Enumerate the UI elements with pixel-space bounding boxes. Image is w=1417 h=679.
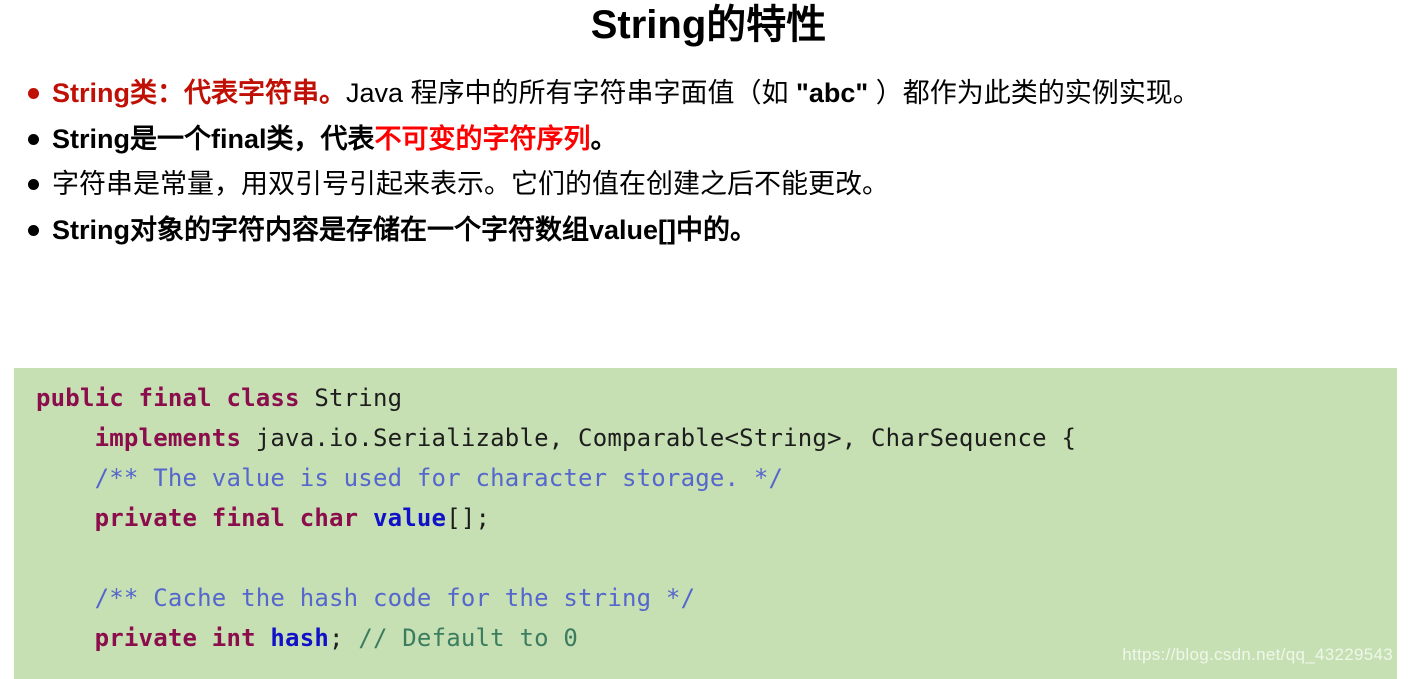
page-title: String的特性 (590, 3, 827, 47)
code-token-identifier: ; (329, 624, 359, 652)
code-token-keyword: implements (94, 424, 242, 452)
code-token-variable: value (372, 504, 447, 532)
code-token-identifier: java.io.Serializable, Comparable<String>… (241, 424, 1077, 452)
bullet-text-segment: String类：代表字符串。 (52, 78, 346, 108)
code-line: private final char value[]; (36, 498, 1397, 538)
code-line: /** The value is used for character stor… (36, 458, 1397, 498)
bullet-text-segment: String对象的字符内容是存储在一个字符数组value[]中的。 (52, 214, 758, 245)
bullet-dot-icon (28, 224, 39, 236)
bullet-text-segment: String是一个final类，代表 (52, 123, 375, 154)
code-token-variable: hash (270, 624, 330, 652)
bullet-text-segment: 。 (590, 123, 618, 154)
bullet-dot-icon (28, 133, 39, 145)
bullet-final-class: String是一个final类，代表不可变的字符序列。 (22, 122, 1402, 158)
bullet-text-segment: 字符串是常量，用双引号引起来表示。它们的值在创建之后不能更改。 (52, 169, 889, 200)
bullet-list: String类：代表字符串。Java 程序中的所有字符串字面值（如 "abc" … (22, 76, 1402, 251)
bullet-text-segment: "abc" (796, 78, 869, 108)
code-token-identifier: String (314, 384, 403, 412)
bullet-constant: 字符串是常量，用双引号引起来表示。它们的值在创建之后不能更改。 (22, 167, 1402, 203)
code-token-doc-comment: /** The value is used for character stor… (94, 464, 784, 492)
code-token-doc-comment: /** Cache the hash code for the string *… (94, 584, 696, 612)
bullet-dot-icon (28, 87, 39, 99)
bullet-text-segment: Java 程序中的所有字符串字面值（如 (346, 78, 797, 108)
bullet-text-segment: ）都作为此类的实例实现。 (868, 78, 1200, 108)
code-token-keyword: private final char (94, 504, 373, 532)
code-line: public final class String (36, 378, 1397, 418)
bullet-text-segment: 不可变的字符序列 (374, 123, 591, 154)
bullet-dot-icon (28, 179, 39, 191)
code-line: /** Cache the hash code for the string *… (36, 578, 1397, 618)
code-line: implements java.io.Serializable, Compara… (36, 418, 1397, 458)
code-snippet-panel: public final class String implements jav… (14, 368, 1397, 679)
bullet-value-array: String对象的字符内容是存储在一个字符数组value[]中的。 (22, 213, 1402, 249)
code-token-line-comment: // Default to 0 (358, 624, 579, 652)
code-token-identifier: []; (446, 504, 491, 532)
code-line: private int hash; // Default to 0 (36, 618, 1397, 658)
code-lines: public final class String implements jav… (36, 378, 1397, 658)
code-token-keyword: private int (94, 624, 271, 652)
bullet-string-class: String类：代表字符串。Java 程序中的所有字符串字面值（如 "abc" … (22, 76, 1402, 112)
code-token-keyword: public final class (36, 384, 315, 412)
